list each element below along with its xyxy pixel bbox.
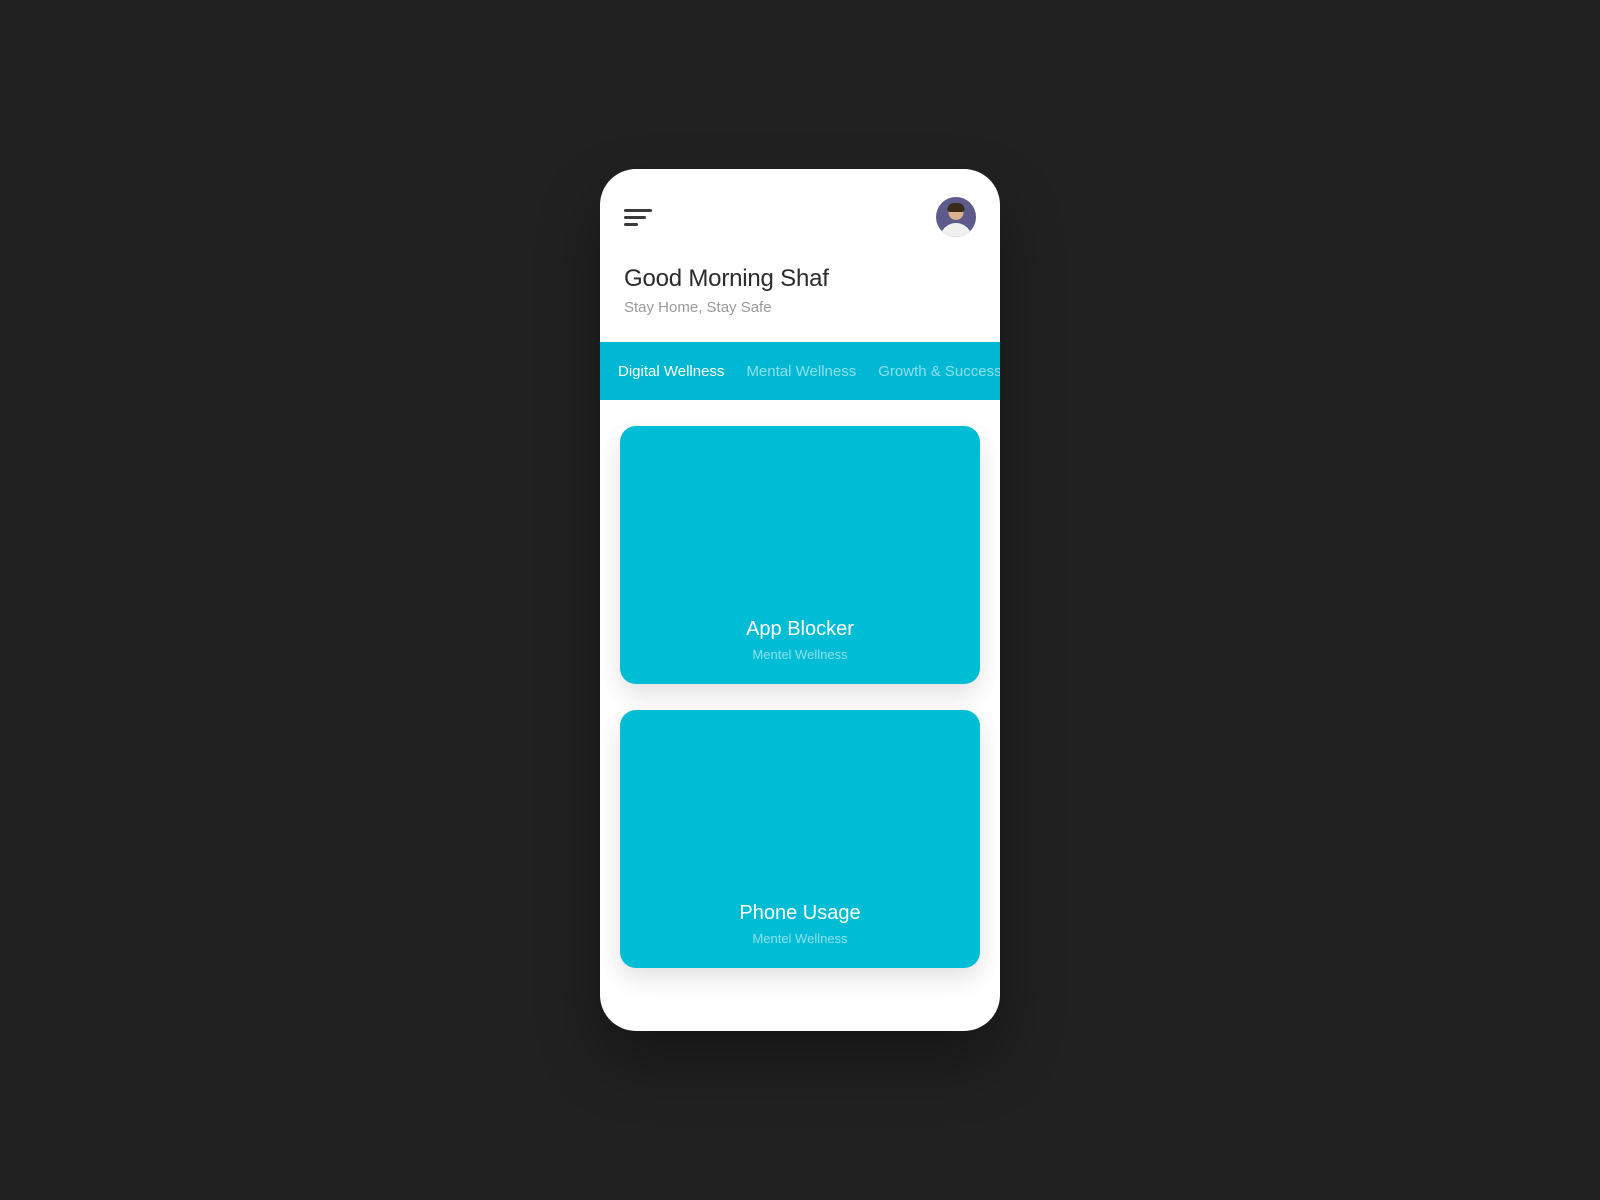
tab-digital-wellness[interactable]: Digital Wellness	[618, 363, 724, 380]
header: Good Morning Shaf Stay Home, Stay Safe	[600, 247, 1000, 342]
card-title: App Blocker	[746, 618, 854, 641]
menu-icon[interactable]	[624, 207, 652, 227]
tab-mental-wellness[interactable]: Mental Wellness	[746, 363, 856, 380]
card-subtitle: Mentel Wellness	[752, 931, 847, 946]
tab-growth-success[interactable]: Growth & Success	[878, 363, 1000, 380]
avatar[interactable]	[936, 197, 976, 237]
phone-frame: Good Morning Shaf Stay Home, Stay Safe D…	[600, 169, 1000, 1031]
greeting-subtitle: Stay Home, Stay Safe	[624, 299, 976, 316]
greeting-text: Good Morning Shaf	[624, 265, 976, 293]
card-app-blocker[interactable]: App Blocker Mentel Wellness	[620, 426, 980, 684]
card-subtitle: Mentel Wellness	[752, 647, 847, 662]
top-bar	[600, 169, 1000, 247]
card-title: Phone Usage	[739, 902, 860, 925]
card-phone-usage[interactable]: Phone Usage Mentel Wellness	[620, 710, 980, 968]
content-area: App Blocker Mentel Wellness Phone Usage …	[600, 400, 1000, 978]
tabs-bar: Digital Wellness Mental Wellness Growth …	[600, 342, 1000, 400]
